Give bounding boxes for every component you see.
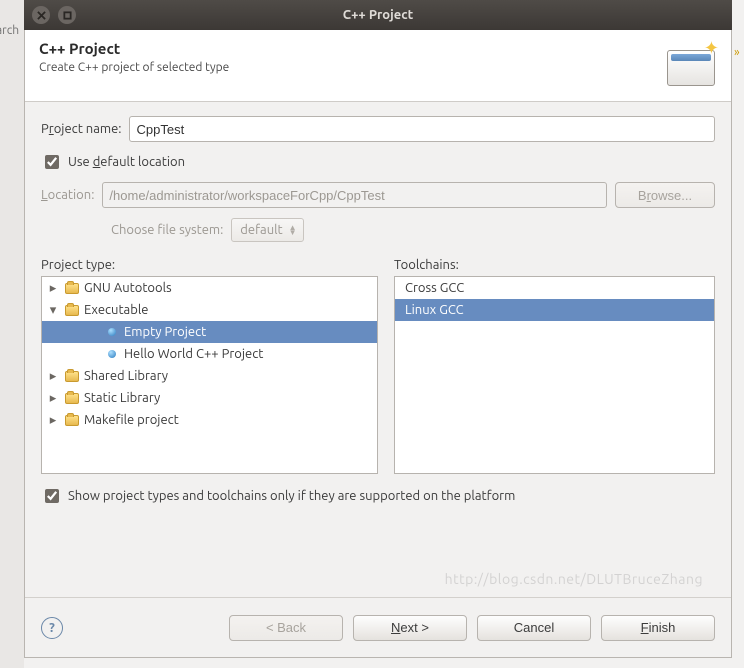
folder-icon [64, 303, 80, 317]
filesystem-value: default [240, 223, 282, 237]
folder-icon [64, 281, 80, 295]
project-type-item-label: Shared Library [84, 369, 168, 383]
project-type-item-label: Hello World C++ Project [124, 347, 263, 361]
updown-icon: ▲▼ [289, 225, 297, 235]
dialog-banner: C++ Project Create C++ project of select… [25, 30, 731, 102]
filesystem-row: Choose file system: default ▲▼ [41, 218, 715, 242]
cancel-button[interactable]: Cancel [477, 615, 591, 641]
restore-icon [63, 11, 72, 20]
template-icon [104, 347, 120, 361]
project-type-item[interactable]: Empty Project [42, 321, 377, 343]
location-label: Location: [41, 188, 94, 202]
template-icon [104, 325, 120, 339]
tree-expander-icon[interactable]: ▸ [46, 391, 60, 406]
project-type-title: Project type: [41, 258, 378, 272]
project-type-item-label: Empty Project [124, 325, 206, 339]
toolchain-item[interactable]: Cross GCC [395, 277, 714, 299]
folder-icon [64, 369, 80, 383]
project-type-item-label: Makefile project [84, 413, 179, 427]
project-type-item[interactable]: ▸ GNU Autotools [42, 277, 377, 299]
truncated-toolbar-text: arch [0, 24, 19, 37]
help-button[interactable]: ? [41, 617, 63, 639]
browse-button: Browse... [615, 182, 715, 208]
use-default-location-row: Use default location [41, 152, 715, 172]
next-button[interactable]: Next > [353, 615, 467, 641]
filter-checkbox[interactable] [45, 489, 59, 503]
project-type-item[interactable]: ▸ Makefile project [42, 409, 377, 431]
watermark-text: http://blog.csdn.net/DLUTBruceZhang [445, 571, 703, 587]
tree-expander-icon[interactable]: ▸ [46, 281, 60, 296]
location-input [102, 182, 607, 208]
banner-subtext: Create C++ project of selected type [39, 61, 717, 74]
project-type-panel: Project type: ▸ GNU Autotools ▾ Executable E… [41, 258, 378, 474]
filter-row: Show project types and toolchains only i… [41, 486, 715, 506]
new-project-icon: ✦ [663, 36, 721, 94]
project-type-item[interactable]: ▸ Shared Library [42, 365, 377, 387]
folder-icon [64, 413, 80, 427]
toolchains-list[interactable]: Cross GCCLinux GCC [394, 276, 715, 474]
project-type-item-label: Static Library [84, 391, 160, 405]
use-default-location-checkbox[interactable] [45, 155, 59, 169]
panels-row: Project type: ▸ GNU Autotools ▾ Executable E… [41, 258, 715, 474]
window-restore-button[interactable] [58, 6, 76, 24]
window-title: C++ Project [76, 8, 732, 22]
window-titlebar: C++ Project [24, 0, 732, 30]
dialog-content: Project name: Use default location Locat… [25, 102, 731, 520]
project-type-item[interactable]: ▾ Executable [42, 299, 377, 321]
folder-icon [64, 391, 80, 405]
project-name-row: Project name: [41, 116, 715, 142]
banner-heading: C++ Project [39, 40, 717, 57]
location-row: Location: Browse... [41, 182, 715, 208]
project-type-list[interactable]: ▸ GNU Autotools ▾ Executable Empty Project He… [41, 276, 378, 474]
finish-button[interactable]: Finish [601, 615, 715, 641]
background-left-sliver: arch [0, 0, 24, 668]
filesystem-label: Choose file system: [111, 223, 223, 237]
project-type-item[interactable]: Hello World C++ Project [42, 343, 377, 365]
project-type-item[interactable]: ▸ Static Library [42, 387, 377, 409]
chevron-right-icon: » [734, 46, 742, 54]
toolchain-item[interactable]: Linux GCC [395, 299, 714, 321]
project-name-input[interactable] [129, 116, 715, 142]
filter-label: Show project types and toolchains only i… [68, 489, 515, 503]
project-name-label: Project name: [41, 122, 121, 136]
back-button: < Back [229, 615, 343, 641]
close-icon [37, 11, 46, 20]
dialog-body: C++ Project Create C++ project of select… [24, 30, 732, 658]
use-default-location-label: Use default location [68, 155, 185, 169]
window-close-button[interactable] [32, 6, 50, 24]
tree-expander-icon[interactable]: ▾ [46, 303, 60, 318]
tree-expander-icon[interactable]: ▸ [46, 369, 60, 384]
toolchains-panel: Toolchains: Cross GCCLinux GCC [394, 258, 715, 474]
sparkle-icon: ✦ [704, 38, 719, 59]
filesystem-select: default ▲▼ [231, 218, 303, 242]
dialog-footer: ? < Back Next > Cancel Finish [25, 597, 731, 657]
project-type-item-label: GNU Autotools [84, 281, 172, 295]
tree-expander-icon[interactable]: ▸ [46, 413, 60, 428]
project-type-item-label: Executable [84, 303, 148, 317]
toolchains-title: Toolchains: [394, 258, 715, 272]
